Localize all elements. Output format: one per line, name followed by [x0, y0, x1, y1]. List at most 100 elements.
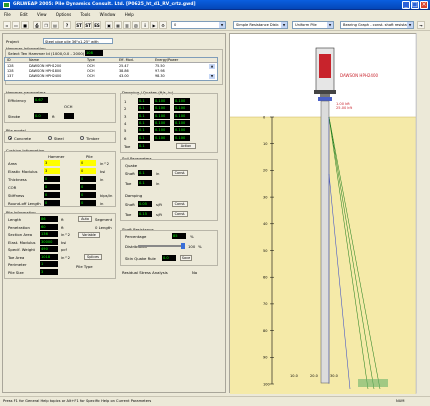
- chart-icon[interactable]: ▥: [123, 21, 131, 29]
- auto-button[interactable]: Auto: [78, 216, 92, 222]
- damping-col-b[interactable]: 0.100: [154, 112, 170, 119]
- cushion-pile-field[interactable]: 0: [80, 184, 96, 190]
- splices-button[interactable]: Splices: [84, 254, 102, 260]
- new-icon[interactable]: ▫: [3, 21, 11, 29]
- damping-col-b[interactable]: 0.100: [154, 134, 170, 141]
- damping-col-b[interactable]: 0.100: [154, 127, 170, 134]
- damping-toe-field[interactable]: 0.1: [138, 143, 150, 149]
- damping-col-a[interactable]: 0.1: [138, 98, 150, 104]
- cushion-hammer-field[interactable]: 0: [44, 192, 60, 198]
- skin-quake-save-button[interactable]: Save: [180, 255, 192, 261]
- run-icon[interactable]: ▶: [150, 21, 158, 29]
- grid-icon[interactable]: ▧: [132, 21, 140, 29]
- st-button-2[interactable]: ST: [84, 21, 92, 29]
- print-icon[interactable]: ⎙: [33, 21, 41, 29]
- damping-col-a[interactable]: 0.1: [138, 112, 150, 119]
- cushion-pile-field[interactable]: 0: [80, 168, 96, 174]
- timber-radio[interactable]: [80, 136, 84, 140]
- analysis-combo[interactable]: 0 ▼: [171, 21, 226, 29]
- damping-col-c[interactable]: 0.100: [174, 119, 190, 126]
- cushion-pile-field[interactable]: 0: [80, 160, 96, 166]
- cushion-pile-field[interactable]: 0: [80, 176, 96, 182]
- go-icon[interactable]: →: [417, 21, 425, 29]
- table-row[interactable]: 137 DAWSON HPH2400 OCH 43.00 98.30: [5, 74, 217, 79]
- cushion-hammer-field[interactable]: 0: [44, 184, 60, 190]
- skin-quake-field[interactable]: 0.0: [162, 255, 176, 261]
- stroke-aux-field[interactable]: [64, 113, 74, 119]
- cushion-hammer-field[interactable]: 0: [44, 200, 60, 206]
- menu-options[interactable]: Options: [52, 10, 75, 17]
- help-icon[interactable]: ?: [63, 21, 71, 29]
- menu-tools[interactable]: Tools: [77, 10, 95, 17]
- concrete-label: Concrete: [14, 136, 32, 141]
- tools-icon[interactable]: ⚙: [159, 21, 167, 29]
- menu-view[interactable]: View: [33, 10, 51, 17]
- resistance-combo[interactable]: Simple Resistance Distr. ▼: [233, 21, 288, 29]
- shaft-damping-field[interactable]: 0.05: [138, 201, 152, 207]
- save-icon[interactable]: ■: [21, 21, 29, 29]
- pile-row-field[interactable]: 60: [40, 223, 58, 230]
- st-button-1[interactable]: ST: [75, 21, 83, 29]
- toe-damping-const-button[interactable]: Const.: [172, 211, 188, 217]
- damping-col-c[interactable]: 0.100: [174, 98, 190, 104]
- distribution-slider-track[interactable]: [138, 245, 184, 247]
- variable-button[interactable]: Variable: [78, 232, 100, 238]
- shaft-quake-const-button[interactable]: Const.: [172, 170, 188, 176]
- damping-col-c[interactable]: 0.100: [174, 134, 190, 141]
- maximize-button[interactable]: □: [411, 1, 419, 9]
- scroll-up-icon[interactable]: ▲: [209, 64, 215, 69]
- efficiency-field[interactable]: 0.67: [34, 97, 48, 103]
- percentage-field[interactable]: 85: [172, 233, 186, 239]
- vertical-scrollbar[interactable]: [416, 33, 425, 393]
- steel-radio[interactable]: [48, 136, 52, 140]
- cushion-pile-field[interactable]: 0: [80, 200, 96, 206]
- calc-icon[interactable]: ▦: [114, 21, 122, 29]
- drive-icon[interactable]: ▣: [105, 21, 113, 29]
- damping-col-b[interactable]: 0.100: [154, 105, 170, 112]
- menu-window[interactable]: Window: [96, 10, 120, 17]
- toe-quake-field[interactable]: 0.1: [138, 180, 152, 186]
- toe-damping-field[interactable]: 0.15: [138, 211, 152, 217]
- cushion-hammer-field[interactable]: 0: [44, 176, 60, 182]
- action-button[interactable]: Action: [176, 143, 196, 149]
- hammer-id-field[interactable]: 108: [85, 50, 103, 56]
- stroke-field[interactable]: 0.0: [34, 113, 48, 119]
- damping-col-a[interactable]: 0.1: [138, 127, 150, 134]
- damping-col-b[interactable]: 0.100: [154, 98, 170, 104]
- damping-col-a[interactable]: 0.1: [138, 105, 150, 112]
- distribution-slider-handle[interactable]: [181, 243, 185, 249]
- damping-col-c[interactable]: 0.100: [174, 127, 190, 134]
- menu-help[interactable]: Help: [121, 10, 138, 17]
- concrete-radio[interactable]: [8, 136, 12, 140]
- open-icon[interactable]: ▭: [12, 21, 20, 29]
- scroll-down-icon[interactable]: ▼: [209, 74, 215, 79]
- shaft-damping-const-button[interactable]: Const.: [172, 201, 188, 207]
- cushion-pile-field[interactable]: 0: [80, 192, 96, 198]
- menu-file[interactable]: File: [0, 10, 15, 17]
- cushion-hammer-field[interactable]: 3: [44, 168, 60, 174]
- paste-icon[interactable]: ▤: [51, 21, 59, 29]
- pile-row-field[interactable]: 86: [40, 216, 58, 222]
- pile-row-field[interactable]: 3: [40, 268, 58, 275]
- damping-col-c[interactable]: 0.100: [174, 112, 190, 119]
- damping-col-c[interactable]: 0.100: [174, 105, 190, 112]
- pile-row-field[interactable]: 1: [40, 261, 58, 267]
- project-field[interactable]: Steel pipe pile 36"x1.25" with: [43, 38, 113, 44]
- info-icon[interactable]: i: [141, 21, 149, 29]
- copy-icon[interactable]: ❐: [42, 21, 50, 29]
- damping-col-b[interactable]: 0.100: [154, 119, 170, 126]
- pile-row-field[interactable]: 30000: [40, 238, 58, 245]
- menu-edit[interactable]: Edit: [16, 10, 32, 17]
- pile-row-field[interactable]: 1018: [40, 253, 58, 260]
- damping-col-a[interactable]: 0.1: [138, 134, 150, 141]
- es-button[interactable]: ES: [93, 21, 101, 29]
- close-button[interactable]: ×: [420, 1, 428, 9]
- shaft-quake-field[interactable]: 0.1: [138, 170, 152, 176]
- pile-type-combo[interactable]: Uniform Pile ▼: [292, 21, 334, 29]
- graph-type-combo[interactable]: Bearing Graph - const. shaft resistance ▼: [340, 21, 414, 29]
- cushion-hammer-field[interactable]: 3: [44, 160, 60, 166]
- pile-row-field[interactable]: 490: [40, 246, 58, 252]
- minimize-button[interactable]: _: [402, 1, 410, 9]
- damping-col-a[interactable]: 0.1: [138, 119, 150, 126]
- pile-row-field[interactable]: 136: [40, 231, 58, 237]
